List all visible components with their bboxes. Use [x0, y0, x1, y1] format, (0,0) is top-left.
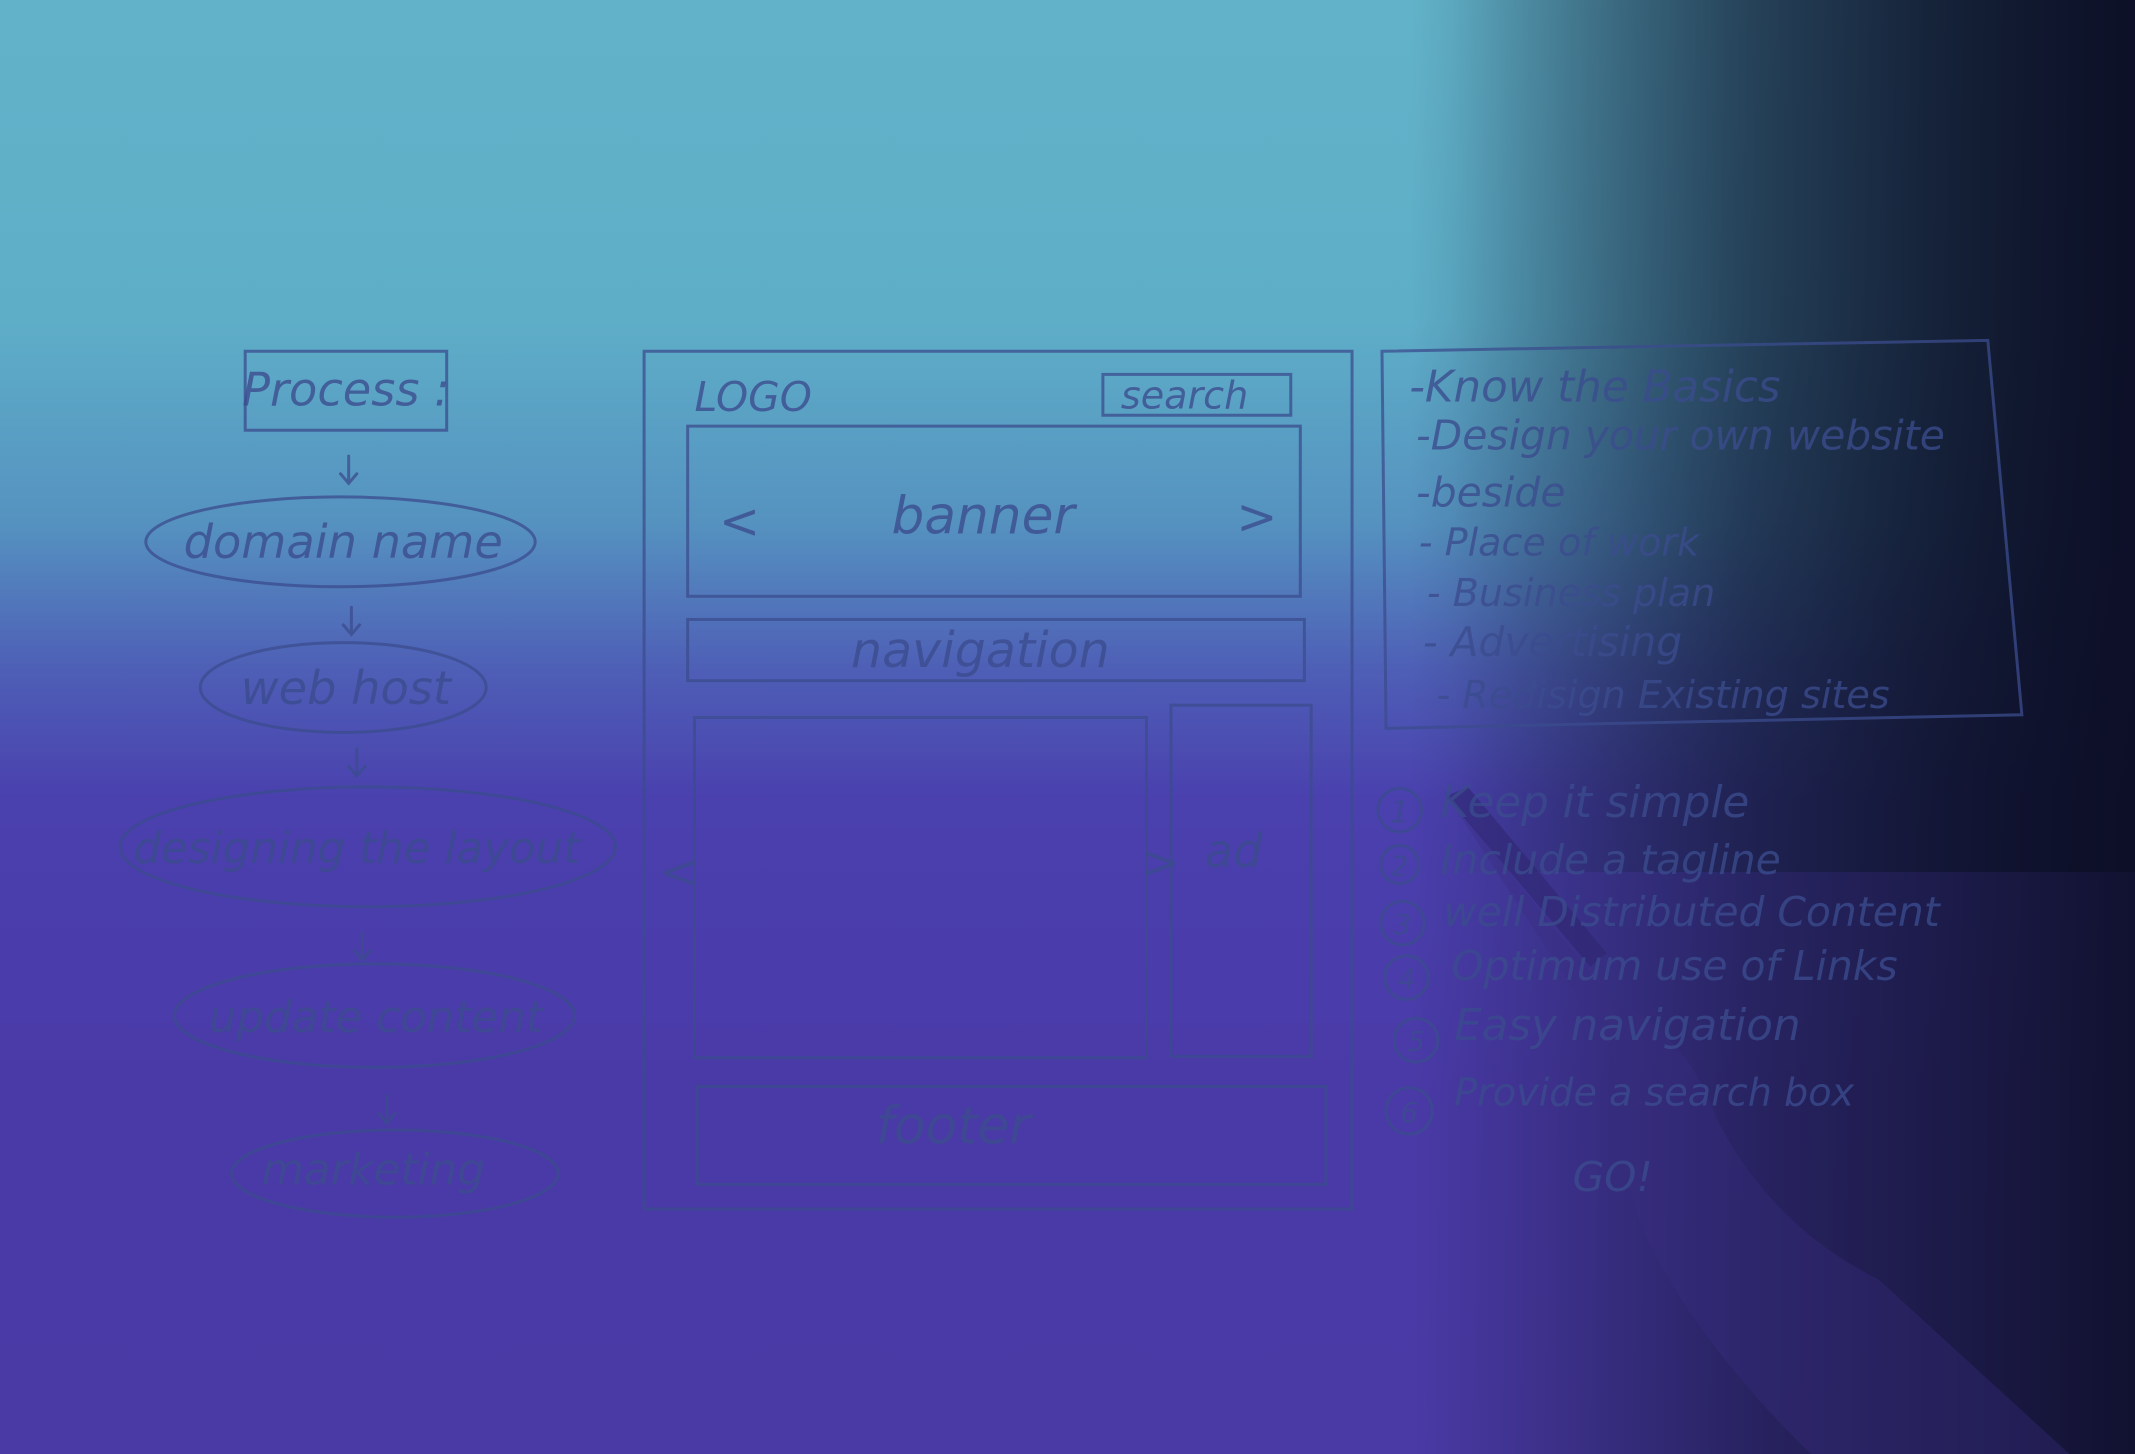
basics-item: -beside — [1416, 468, 1565, 516]
wireframe-navigation: navigation — [851, 622, 1110, 679]
process-step: domain name — [184, 515, 503, 569]
tip-number: 3 — [1394, 910, 1411, 941]
tip-item: Optimum use of Links — [1451, 942, 1897, 990]
tips-closing: GO! — [1573, 1153, 1653, 1201]
basics-item: -Design your own website — [1416, 411, 1945, 459]
banner-next-arrow: > — [1236, 489, 1277, 546]
tip-number: 4 — [1398, 964, 1415, 995]
basics-list: -Know the Basics -Design your own websit… — [1380, 338, 2024, 730]
tip-item: well Distributed Content — [1443, 888, 1942, 936]
content-next-arrow: > — [1141, 835, 1180, 889]
process-step: update content — [209, 993, 545, 1043]
process-title: Process : — [242, 363, 450, 417]
basics-item: - Business plan — [1427, 571, 1715, 615]
tip-number: 2 — [1391, 851, 1408, 882]
basics-item: - Redisign Existing sites — [1436, 673, 1889, 717]
wireframe-sketch: LOGO search < banner > navigation < > ad… — [642, 349, 1354, 1211]
basics-item: - Place of work — [1419, 520, 1701, 564]
wireframe-logo: LOGO — [694, 373, 811, 421]
tip-number: 1 — [1390, 795, 1409, 830]
wireframe-banner: banner — [892, 487, 1078, 547]
tip-number: 5 — [1407, 1027, 1424, 1058]
banner-prev-arrow: < — [719, 493, 760, 550]
wireframe-footer: footer — [876, 1097, 1034, 1157]
tip-number: 6 — [1401, 1098, 1418, 1129]
wireframe-ad: ad — [1205, 824, 1263, 878]
process-step: marketing — [261, 1145, 484, 1195]
tip-item: Include a tagline — [1441, 836, 1781, 884]
tip-item: Keep it simple — [1441, 778, 1750, 828]
tip-item: Easy navigation — [1454, 1001, 1800, 1051]
basics-item: -Know the Basics — [1409, 363, 1780, 413]
process-step: web host — [241, 661, 453, 715]
content-prev-arrow: < — [659, 845, 698, 899]
wireframe-search: search — [1121, 373, 1248, 417]
process-step: designing the layout — [133, 824, 582, 874]
process-flow: Process : domain name web host designing… — [118, 349, 618, 1219]
whiteboard-sketch: Process : domain name web host designing… — [118, 338, 2070, 1454]
tip-item: Provide a search box — [1454, 1070, 1854, 1114]
basics-item: - Advertising — [1423, 618, 1682, 666]
